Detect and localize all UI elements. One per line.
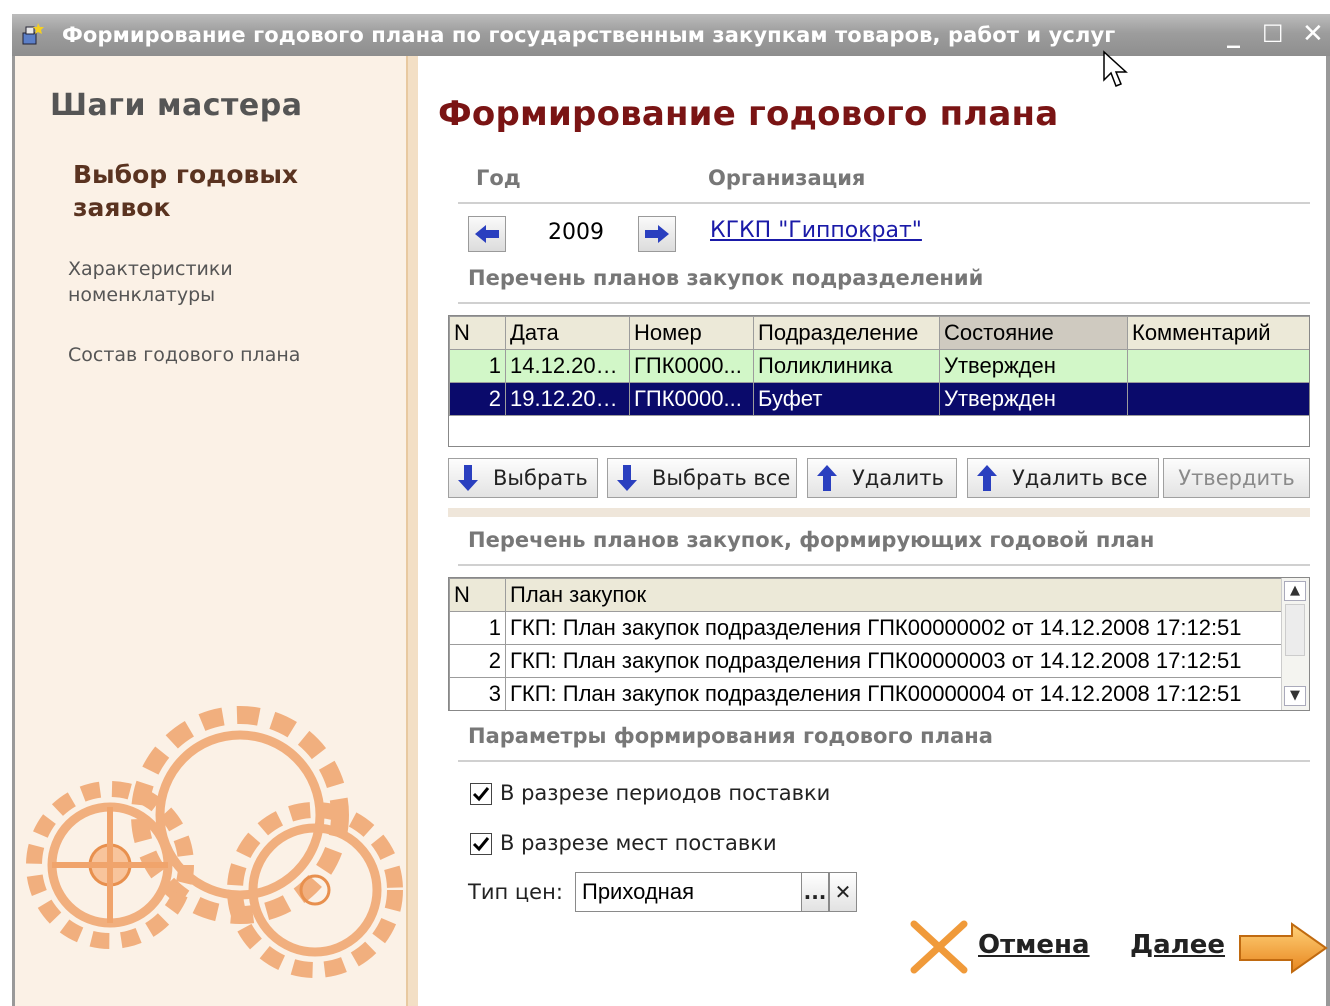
arrow-down-icon xyxy=(617,465,637,491)
next-link[interactable]: Далее xyxy=(1130,930,1225,960)
cell-department: Поликлиника xyxy=(753,349,940,383)
prev-year-button[interactable] xyxy=(468,216,506,252)
dept-plans-table[interactable]: N Дата Номер Подразделение Состояние Ком… xyxy=(448,315,1310,447)
dept-plans-header: Перечень планов закупок подразделений xyxy=(468,266,984,290)
sidebar-title: Шаги мастера xyxy=(50,88,303,123)
cell-comment xyxy=(1127,349,1309,383)
column-header-department[interactable]: Подразделение xyxy=(753,316,940,350)
plans-scrollbar[interactable]: ▲ ▼ xyxy=(1281,578,1309,710)
year-header: Год xyxy=(476,166,521,190)
delete-button[interactable]: Удалить xyxy=(807,458,957,498)
arrow-right-icon xyxy=(645,225,669,243)
step-plan-composition[interactable]: Состав годового плана xyxy=(68,342,300,368)
annual-plans-header: Перечень планов закупок, формирующих год… xyxy=(468,528,1155,552)
cell-n: 1 xyxy=(449,349,506,383)
cell-number: ГПК0000... xyxy=(629,349,754,383)
year-value: 2009 xyxy=(548,220,604,245)
window-title: Формирование годового плана по государст… xyxy=(62,23,1116,47)
table-row[interactable]: 2 ГКП: План закупок подразделения ГПК000… xyxy=(449,644,1282,678)
cell-n: 2 xyxy=(449,382,506,416)
mouse-cursor-icon xyxy=(1103,50,1128,87)
organization-header: Организация xyxy=(708,166,866,190)
select-all-button[interactable]: Выбрать все xyxy=(607,458,797,498)
checkmark-icon xyxy=(472,837,490,852)
column-header-n[interactable]: N xyxy=(449,578,506,612)
close-button[interactable]: ✕ xyxy=(1302,20,1324,48)
approve-button[interactable]: Утвердить xyxy=(1163,458,1310,498)
column-header-date[interactable]: Дата xyxy=(505,316,630,350)
current-step: Выбор годовых заявок xyxy=(73,160,299,222)
checkmark-icon xyxy=(472,787,490,802)
cell-state: Утвержден xyxy=(939,349,1128,383)
arrow-left-icon xyxy=(475,225,499,243)
sidebar-divider xyxy=(406,56,418,1006)
arrow-down-icon xyxy=(458,465,478,491)
cell-date: 19.12.200... xyxy=(505,382,630,416)
scroll-down-icon[interactable]: ▼ xyxy=(1284,686,1306,706)
divider xyxy=(458,302,1310,304)
cell-plan: ГКП: План закупок подразделения ГПК00000… xyxy=(505,644,1282,678)
cancel-link[interactable]: Отмена xyxy=(978,930,1090,960)
scroll-up-icon[interactable]: ▲ xyxy=(1284,581,1306,601)
window-frame-right xyxy=(1326,56,1330,1006)
step-nomenclature[interactable]: Характеристики номенклатуры xyxy=(68,256,318,308)
places-checkbox[interactable] xyxy=(470,833,492,855)
table-row-selected[interactable]: 2 19.12.200... ГПК0000... Буфет Утвержде… xyxy=(449,382,1309,416)
select-button-label: Выбрать xyxy=(493,466,588,490)
approve-button-label: Утвердить xyxy=(1178,466,1295,490)
organization-link[interactable]: КГКП "Гиппократ" xyxy=(710,218,922,243)
next-year-button[interactable] xyxy=(638,216,676,252)
minimize-button[interactable]: _ xyxy=(1227,20,1240,48)
delete-all-button[interactable]: Удалить все xyxy=(967,458,1159,498)
cell-state: Утвержден xyxy=(939,382,1128,416)
cell-number: ГПК0000... xyxy=(629,382,754,416)
cell-n: 1 xyxy=(449,611,506,645)
annual-plans-table[interactable]: N План закупок 1 ГКП: План закупок подра… xyxy=(448,577,1310,711)
cell-comment xyxy=(1127,382,1309,416)
column-header-comment[interactable]: Комментарий xyxy=(1127,316,1309,350)
title-bar: Формирование годового плана по государст… xyxy=(12,14,1330,56)
arrow-up-icon xyxy=(817,465,837,491)
select-all-button-label: Выбрать все xyxy=(652,466,791,490)
cell-date: 14.12.200... xyxy=(505,349,630,383)
cancel-x-icon[interactable] xyxy=(908,918,970,976)
price-type-clear-button[interactable]: ✕ xyxy=(829,872,857,912)
table-row[interactable]: 3 ГКП: План закупок подразделения ГПК000… xyxy=(449,677,1282,710)
next-arrow-icon[interactable] xyxy=(1238,920,1328,976)
periods-checkbox-label[interactable]: В разрезе периодов поставки xyxy=(500,781,830,805)
price-type-label: Тип цен: xyxy=(468,880,563,904)
column-header-n[interactable]: N xyxy=(449,316,506,350)
price-type-select-button[interactable]: ... xyxy=(801,872,829,912)
page-title: Формирование годового плана xyxy=(438,94,1059,134)
periods-checkbox[interactable] xyxy=(470,783,492,805)
divider xyxy=(458,202,1310,204)
gears-illustration xyxy=(26,706,403,978)
wizard-window: Формирование годового плана по государст… xyxy=(0,0,1330,1006)
table-row[interactable]: 1 14.12.200... ГПК0000... Поликлиника Ут… xyxy=(449,349,1309,383)
column-header-plan[interactable]: План закупок xyxy=(505,578,1282,612)
cell-n: 3 xyxy=(449,677,506,710)
cell-plan: ГКП: План закупок подразделения ГПК00000… xyxy=(505,611,1282,645)
maximize-button[interactable]: ☐ xyxy=(1262,20,1284,48)
cell-plan: ГКП: План закупок подразделения ГПК00000… xyxy=(505,677,1282,710)
column-header-number[interactable]: Номер xyxy=(629,316,754,350)
app-icon xyxy=(22,23,44,45)
price-type-input[interactable]: Приходная xyxy=(575,872,803,912)
places-checkbox-label[interactable]: В разрезе мест поставки xyxy=(500,831,777,855)
delete-button-label: Удалить xyxy=(852,466,944,490)
section-divider xyxy=(448,508,1310,517)
divider xyxy=(458,564,1310,566)
cell-department: Буфет xyxy=(753,382,940,416)
arrow-up-icon xyxy=(977,465,997,491)
table-row[interactable]: 1 ГКП: План закупок подразделения ГПК000… xyxy=(449,611,1282,645)
delete-all-button-label: Удалить все xyxy=(1012,466,1148,490)
select-button[interactable]: Выбрать xyxy=(448,458,598,498)
params-header: Параметры формирования годового плана xyxy=(468,724,993,748)
divider xyxy=(458,760,1310,762)
cell-n: 2 xyxy=(449,644,506,678)
scroll-thumb[interactable] xyxy=(1285,604,1305,656)
column-header-state[interactable]: Состояние xyxy=(939,316,1128,350)
